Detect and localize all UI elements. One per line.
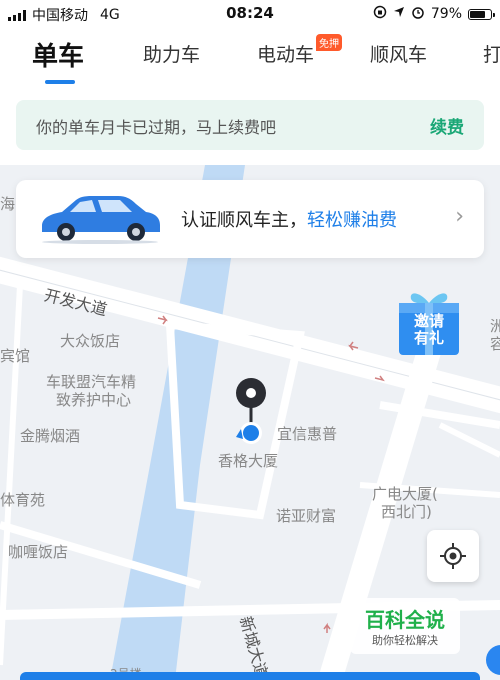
tab-carpool[interactable]: 顺风车 xyxy=(370,40,427,67)
card-expired-notice: 你的单车月卡已过期，马上续费吧 续费 xyxy=(16,100,484,150)
map-label-hai: 海 xyxy=(0,195,16,213)
map-label-yixin: 宜信惠普 xyxy=(277,425,338,443)
locate-me-button[interactable] xyxy=(427,530,479,582)
invite-line-1: 邀请 xyxy=(413,312,444,330)
deposit-free-badge: 免押 xyxy=(316,34,342,51)
notice-message: 你的单车月卡已过期，马上续费吧 xyxy=(36,118,277,137)
alarm-icon xyxy=(411,5,425,23)
location-arrow-icon xyxy=(393,6,405,22)
tab-active-indicator xyxy=(45,80,75,84)
map-label-rong: 容 xyxy=(490,335,500,353)
invite-gift-button[interactable]: 邀请 有礼 xyxy=(395,285,463,359)
renew-button[interactable]: 续费 xyxy=(430,113,464,138)
invite-line-2: 有礼 xyxy=(413,329,444,347)
status-bar: 中国移动 4G 08:24 79% xyxy=(0,0,500,28)
rotation-lock-icon xyxy=(373,5,387,23)
tab-electric[interactable]: 电动车 xyxy=(257,40,314,67)
crosshair-icon xyxy=(440,543,466,569)
map-label-dazhong-hotel: 大众饭店 xyxy=(60,332,121,350)
location-pin-icon xyxy=(233,377,269,449)
battery-percent: 79% xyxy=(430,6,462,22)
vehicle-tabs: 单车 助力车 电动车 免押 顺风车 打 xyxy=(0,28,500,90)
map-label-jinteng: 金腾烟酒 xyxy=(20,427,81,445)
map-label-guangdian-2: 西北门) xyxy=(381,503,432,521)
car-icon xyxy=(42,196,160,244)
map-label-tiyuyuan: 体育苑 xyxy=(0,491,46,509)
map-label-chelian-2: 致养护中心 xyxy=(56,391,132,409)
map-label-nuoya: 诺亚财富 xyxy=(276,507,337,525)
watermark-subtitle: 助你轻松解决 xyxy=(372,634,438,647)
map-label-kafei: 咖喱饭店 xyxy=(8,543,69,561)
map-label-binguan: 宾馆 xyxy=(0,347,31,365)
promo-text-highlight: 轻松赚油费 xyxy=(307,210,397,231)
carpool-driver-promo[interactable]: 认证顺风车主，轻松赚油费 › xyxy=(16,180,484,258)
watermark-title: 百科全说 xyxy=(365,608,445,632)
tab-taxi[interactable]: 打 xyxy=(483,40,500,67)
bottom-action-bar[interactable] xyxy=(20,672,480,680)
promo-text-prefix: 认证顺风车主， xyxy=(181,210,307,231)
chevron-right-icon: › xyxy=(455,204,464,229)
battery-icon xyxy=(468,8,495,20)
watermark-logo: 百科全说 助你轻松解决 xyxy=(350,598,460,654)
map-label-xiangge: 香格大厦 xyxy=(218,452,279,470)
tab-ebike-assist[interactable]: 助力车 xyxy=(143,40,200,67)
invite-label: 邀请 有礼 xyxy=(395,313,463,347)
tab-bike[interactable]: 单车 xyxy=(32,36,84,73)
promo-text: 认证顺风车主，轻松赚油费 xyxy=(181,206,397,232)
